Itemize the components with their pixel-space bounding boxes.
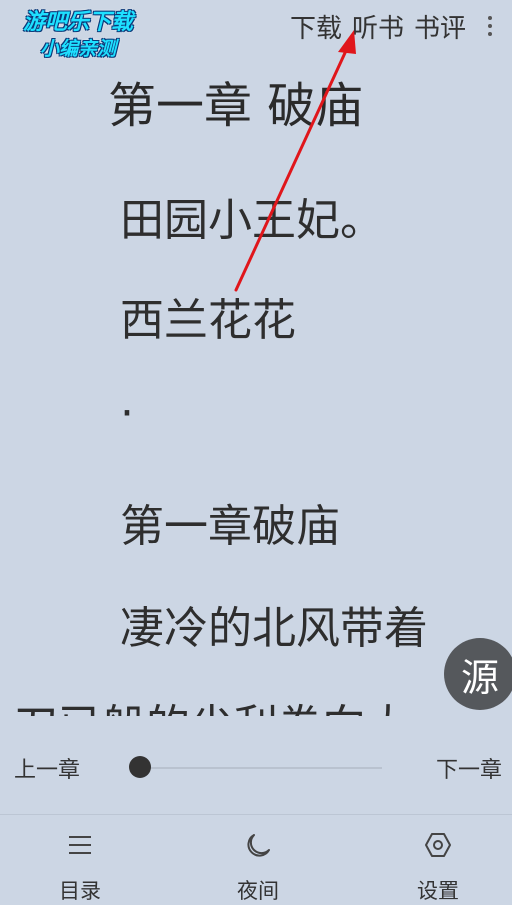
listen-button[interactable]: 听书	[352, 8, 404, 45]
menu-icon	[69, 836, 91, 854]
paragraph: 凄冷的北风带着	[120, 603, 428, 654]
hexagon-settings-icon	[425, 833, 451, 857]
top-action-bar: 下载 听书 书评	[280, 8, 502, 44]
watermark-logo: 游吧乐下载 小编亲测	[8, 10, 148, 62]
next-chapter-button[interactable]: 下一章	[436, 752, 502, 784]
bottom-toolbar: 目录 夜间 设置	[0, 814, 512, 905]
chapter-progress-track[interactable]	[140, 767, 382, 769]
paragraph: ·	[120, 388, 134, 439]
paragraph: 西兰花花	[120, 295, 296, 346]
more-vertical-icon[interactable]	[478, 11, 502, 41]
source-button[interactable]: 源	[444, 638, 512, 710]
reader-page[interactable]: 第一章 破庙 田园小王妃。 西兰花花 · 第一章破庙 凄冷的北风带着 刀已船的尖…	[0, 0, 512, 716]
moon-icon	[247, 834, 270, 857]
paragraph: 刀已船的尖利卷向大	[14, 690, 410, 716]
chapter-title: 第一章 破庙	[108, 78, 364, 134]
download-button[interactable]: 下载	[290, 8, 342, 45]
chapter-progress-thumb[interactable]	[129, 756, 151, 778]
night-mode-tab[interactable]: 夜间	[198, 815, 318, 905]
review-button[interactable]: 书评	[414, 8, 466, 45]
chapter-navigation: 上一章 下一章	[0, 736, 512, 800]
night-label: 夜间	[237, 879, 279, 903]
prev-chapter-button[interactable]: 上一章	[14, 752, 80, 784]
watermark-line-2: 小编亲测	[39, 38, 116, 60]
settings-label: 设置	[417, 879, 459, 903]
toc-label: 目录	[59, 879, 101, 903]
toc-tab[interactable]: 目录	[20, 815, 140, 905]
watermark-line-1: 游吧乐下载	[22, 10, 133, 35]
paragraph: 第一章破庙	[120, 501, 340, 552]
settings-tab[interactable]: 设置	[378, 815, 498, 905]
paragraph: 田园小王妃。	[120, 195, 384, 246]
